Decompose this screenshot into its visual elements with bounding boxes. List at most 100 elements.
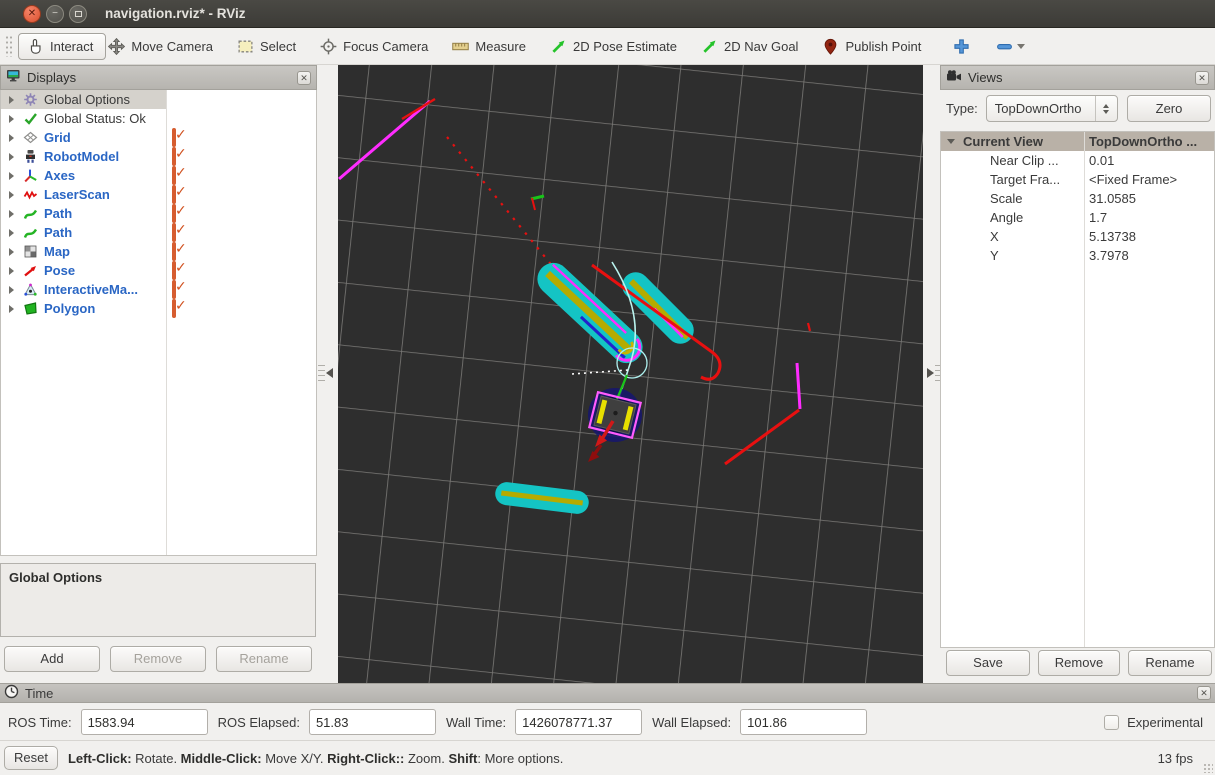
tool-measure[interactable]: Measure — [452, 38, 526, 55]
time-field-input[interactable] — [515, 709, 642, 735]
display-item[interactable]: Path — [1, 204, 316, 223]
spinner-icons[interactable] — [1095, 96, 1117, 121]
laserscan-icon — [23, 190, 38, 205]
view-type-select[interactable]: TopDownOrtho — [986, 95, 1118, 122]
expander-icon[interactable] — [9, 305, 14, 313]
display-item[interactable]: Global Options — [1, 90, 316, 109]
zero-button[interactable]: Zero — [1127, 95, 1211, 122]
status-bar: Reset Left-Click: Rotate. Middle-Click: … — [0, 740, 1215, 775]
remove-display-button[interactable]: Remove — [110, 646, 206, 672]
tool-publish-point[interactable]: Publish Point — [822, 38, 921, 55]
display-item[interactable]: Axes — [1, 166, 316, 185]
right-splitter[interactable] — [923, 65, 940, 683]
tool-2d-pose-estimate[interactable]: 2D Pose Estimate — [550, 38, 677, 55]
displays-close-icon[interactable]: ✕ — [297, 71, 311, 85]
display-item[interactable]: Grid — [1, 128, 316, 147]
display-item[interactable]: InteractiveMa... — [1, 280, 316, 299]
displays-panel: Displays ✕ Global OptionsGlobal Status: … — [0, 65, 317, 683]
property-value[interactable]: 0.01 — [1089, 153, 1114, 168]
displays-splitter-grip[interactable] — [0, 556, 317, 563]
property-value[interactable]: 3.7978 — [1089, 248, 1129, 263]
remove-view-button[interactable]: Remove — [1038, 650, 1120, 676]
views-table-row[interactable]: Scale31.0585 — [941, 189, 1214, 208]
expander-icon[interactable] — [9, 229, 14, 237]
chevron-down-icon[interactable] — [1017, 44, 1025, 49]
resize-grip[interactable] — [1203, 763, 1213, 773]
tool-select[interactable]: Select — [237, 38, 296, 55]
help-key: Right-Click:: — [327, 751, 404, 766]
tool-label: Move Camera — [131, 39, 213, 54]
titlebar[interactable]: ✕ − navigation.rviz* - RViz — [0, 0, 1215, 28]
display-item[interactable]: Global Status: Ok — [1, 109, 316, 128]
rename-view-button[interactable]: Rename — [1128, 650, 1212, 676]
time-field-input[interactable] — [740, 709, 867, 735]
expander-icon[interactable] — [9, 115, 14, 123]
displays-panel-header[interactable]: Displays ✕ — [0, 65, 317, 90]
expander-icon[interactable] — [9, 134, 14, 142]
rename-display-button[interactable]: Rename — [216, 646, 312, 672]
expander-icon[interactable] — [9, 191, 14, 199]
views-close-icon[interactable]: ✕ — [1195, 71, 1209, 85]
reset-button[interactable]: Reset — [4, 746, 58, 770]
toolbar-handle[interactable] — [5, 35, 12, 57]
add-display-button[interactable]: Add — [4, 646, 100, 672]
pin-icon — [822, 38, 839, 55]
window-minimize-button[interactable]: − — [46, 5, 64, 23]
move-icon — [108, 38, 125, 55]
collapse-left-icon[interactable] — [326, 368, 333, 378]
property-name: Angle — [990, 210, 1023, 225]
property-value[interactable]: TopDownOrtho ... — [1089, 134, 1197, 149]
expander-icon[interactable] — [9, 153, 14, 161]
left-splitter[interactable] — [317, 65, 338, 683]
tool-2d-nav-goal[interactable]: 2D Nav Goal — [701, 38, 798, 55]
display-item-label: RobotModel — [44, 149, 119, 164]
time-close-icon[interactable]: ✕ — [1197, 686, 1211, 700]
remove-tool-button[interactable] — [996, 38, 1025, 55]
tool-interact[interactable]: Interact — [18, 33, 106, 60]
expander-icon[interactable] — [9, 96, 14, 104]
time-field-input[interactable] — [309, 709, 436, 735]
window-maximize-button[interactable] — [69, 5, 87, 23]
views-panel-header[interactable]: Views ✕ — [940, 65, 1215, 90]
views-panel: Views ✕ Type: TopDownOrtho Zero Current … — [940, 65, 1215, 683]
display-item[interactable]: Pose — [1, 261, 316, 280]
display-item[interactable]: LaserScan — [1, 185, 316, 204]
property-value[interactable]: <Fixed Frame> — [1089, 172, 1177, 187]
views-table-row[interactable]: Y3.7978 — [941, 246, 1214, 265]
displays-column-separator[interactable] — [166, 90, 167, 555]
expander-down-icon[interactable] — [947, 139, 955, 144]
render-viewport[interactable] — [338, 65, 923, 683]
display-enabled-checkbox[interactable] — [172, 299, 176, 318]
property-value[interactable]: 31.0585 — [1089, 191, 1136, 206]
help-desc: Move X/Y. — [262, 751, 328, 766]
expander-icon[interactable] — [9, 267, 14, 275]
display-item[interactable]: Map — [1, 242, 316, 261]
expander-icon[interactable] — [9, 286, 14, 294]
window-close-button[interactable]: ✕ — [23, 5, 41, 23]
display-item[interactable]: RobotModel — [1, 147, 316, 166]
minus-icon — [996, 38, 1013, 55]
views-table-header-row[interactable]: Current ViewTopDownOrtho ... — [941, 132, 1214, 151]
expander-icon[interactable] — [9, 210, 14, 218]
crosshair-icon — [320, 38, 337, 55]
views-table-row[interactable]: Near Clip ...0.01 — [941, 151, 1214, 170]
expander-icon[interactable] — [9, 172, 14, 180]
property-value[interactable]: 1.7 — [1089, 210, 1107, 225]
views-column-separator[interactable] — [1084, 132, 1085, 647]
add-tool-button[interactable] — [953, 38, 970, 55]
property-value[interactable]: 5.13738 — [1089, 229, 1136, 244]
time-field-input[interactable] — [81, 709, 208, 735]
views-table-row[interactable]: Angle 1.7 — [941, 208, 1214, 227]
tool-move-camera[interactable]: Move Camera — [108, 38, 213, 55]
tool-focus-camera[interactable]: Focus Camera — [320, 38, 428, 55]
expander-icon[interactable] — [9, 248, 14, 256]
views-table-row[interactable]: Target Fra...<Fixed Frame> — [941, 170, 1214, 189]
displays-panel-icon — [6, 71, 21, 86]
experimental-checkbox[interactable] — [1104, 715, 1119, 730]
time-panel-header[interactable]: Time ✕ — [0, 683, 1215, 703]
views-table-row[interactable]: X5.13738 — [941, 227, 1214, 246]
display-item[interactable]: Path — [1, 223, 316, 242]
display-item[interactable]: Polygon — [1, 299, 316, 318]
save-view-button[interactable]: Save — [946, 650, 1030, 676]
collapse-right-icon[interactable] — [927, 368, 934, 378]
